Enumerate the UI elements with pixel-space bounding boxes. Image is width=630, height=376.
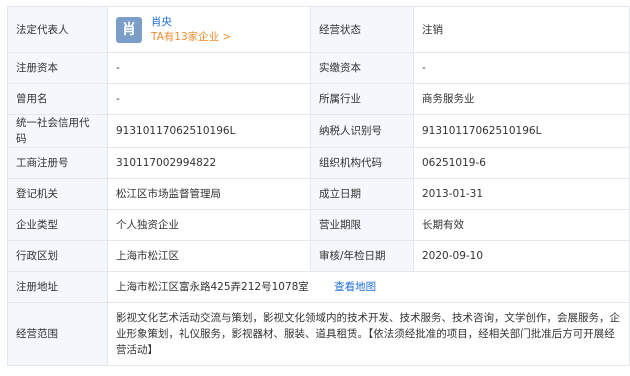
company-info-panel: 法定代表人 肖 肖央 TA有13家企业 > 经营状态 注销 注册资本 - 实缴资… [7,6,630,366]
business-term-value: 长期有效 [413,209,630,241]
credit-code-label: 统一社会信用代码 [7,114,108,148]
admin-region-value: 上海市松江区 [107,240,311,272]
founded-date-label: 成立日期 [310,178,414,210]
credit-code-value: 91310117062510196L [107,114,311,148]
table-row: 行政区划 上海市松江区 审核/年检日期 2020-09-10 [7,240,630,272]
paid-in-capital-value: - [413,52,630,84]
status-value: 注销 [413,6,630,53]
table-row: 工商注册号 310117002994822 组织机构代码 06251019-6 [7,147,630,179]
business-scope-value: 影视文化艺术活动交流与策划，影视文化领域内的技术开发、技术服务、技术咨询，文学创… [107,302,630,366]
business-term-label: 营业期限 [310,209,414,241]
table-row: 企业类型 个人独资企业 营业期限 长期有效 [7,209,630,241]
registered-capital-value: - [107,52,311,84]
founded-date-value: 2013-01-31 [413,178,630,210]
registered-capital-label: 注册资本 [7,52,108,84]
address-label: 注册地址 [7,271,108,303]
business-scope-label: 经营范围 [7,302,108,366]
company-info-table: 法定代表人 肖 肖央 TA有13家企业 > 经营状态 注销 注册资本 - 实缴资… [7,6,630,366]
org-code-label: 组织机构代码 [310,147,414,179]
address-cell: 上海市松江区富永路425弄212号1078室 查看地图 [107,271,630,303]
taxpayer-id-label: 纳税人识别号 [310,114,414,148]
company-type-value: 个人独资企业 [107,209,311,241]
table-row: 经营范围 影视文化艺术活动交流与策划，影视文化领域内的技术开发、技术服务、技术咨… [7,302,630,366]
table-row: 统一社会信用代码 91310117062510196L 纳税人识别号 91310… [7,114,630,148]
industry-label: 所属行业 [310,83,414,115]
table-row: 注册资本 - 实缴资本 - [7,52,630,84]
status-label: 经营状态 [310,6,414,53]
related-companies-link[interactable]: TA有13家企业 > [151,30,231,45]
org-code-value: 06251019-6 [413,147,630,179]
legal-rep-name-link[interactable]: 肖央 [151,15,231,30]
view-map-link[interactable]: 查看地图 [334,281,376,293]
table-row: 注册地址 上海市松江区富永路425弄212号1078室 查看地图 [7,271,630,303]
review-date-value: 2020-09-10 [413,240,630,272]
address-value: 上海市松江区富永路425弄212号1078室 [116,281,309,293]
table-row: 法定代表人 肖 肖央 TA有13家企业 > 经营状态 注销 [7,6,630,53]
company-type-label: 企业类型 [7,209,108,241]
industry-value: 商务服务业 [413,83,630,115]
review-date-label: 审核/年检日期 [310,240,414,272]
table-row: 登记机关 松江区市场监督管理局 成立日期 2013-01-31 [7,178,630,210]
legal-rep-label: 法定代表人 [7,6,108,53]
registration-number-value: 310117002994822 [107,147,311,179]
registration-authority-value: 松江区市场监督管理局 [107,178,311,210]
table-row: 曾用名 - 所属行业 商务服务业 [7,83,630,115]
admin-region-label: 行政区划 [7,240,108,272]
registration-authority-label: 登记机关 [7,178,108,210]
former-name-label: 曾用名 [7,83,108,115]
legal-rep-cell: 肖 肖央 TA有13家企业 > [107,6,311,53]
taxpayer-id-value: 91310117062510196L [413,114,630,148]
former-name-value: - [107,83,311,115]
paid-in-capital-label: 实缴资本 [310,52,414,84]
registration-number-label: 工商注册号 [7,147,108,179]
avatar[interactable]: 肖 [116,16,142,43]
